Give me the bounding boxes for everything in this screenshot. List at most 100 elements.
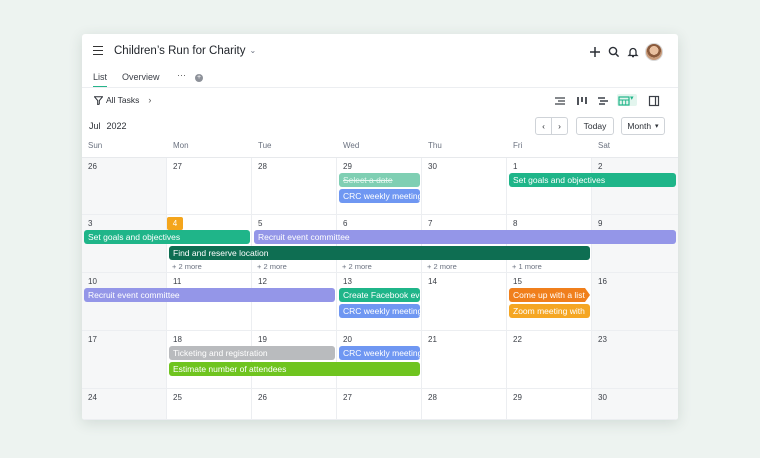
event-bar[interactable]: Ticketing and registration	[169, 346, 335, 360]
day-number: 14	[428, 277, 437, 286]
event-bar[interactable]: Create Facebook event	[339, 288, 420, 302]
prev-month-button[interactable]: ‹	[535, 117, 552, 135]
tabs-more-icon[interactable]: ···	[177, 70, 186, 80]
avatar[interactable]	[645, 43, 663, 61]
month-label: Jul	[89, 121, 101, 131]
day-cell[interactable]: 9	[592, 215, 678, 273]
plus-icon[interactable]	[587, 44, 603, 60]
more-events-link[interactable]: + 2 more	[342, 262, 372, 271]
day-cell[interactable]: 19	[252, 331, 337, 389]
gantt-view-icon[interactable]	[596, 94, 610, 106]
more-events-link[interactable]: + 2 more	[172, 262, 202, 271]
view-mode-select[interactable]: Month ▾	[621, 117, 665, 135]
day-number: 29	[513, 393, 522, 402]
chevron-right-icon: ›	[148, 95, 152, 105]
side-panel-icon[interactable]	[647, 94, 661, 107]
today-badge: 4	[167, 217, 183, 230]
more-events-link[interactable]: + 2 more	[427, 262, 457, 271]
more-events-link[interactable]: + 2 more	[257, 262, 287, 271]
event-bar[interactable]: Set goals and objectives	[509, 173, 676, 187]
day-number: 22	[513, 335, 522, 344]
day-cell[interactable]: 28	[422, 389, 507, 420]
day-cell[interactable]: 22	[507, 331, 592, 389]
day-number: 8	[513, 219, 518, 228]
chevron-down-icon[interactable]: ⌄	[249, 46, 256, 55]
calendar-view-icon[interactable]: ▾	[617, 94, 637, 106]
day-cell[interactable]: 27	[337, 389, 422, 420]
board-view-icon[interactable]	[575, 94, 589, 106]
day-cell[interactable]: 28	[252, 158, 337, 215]
day-cell[interactable]: 30	[592, 389, 678, 420]
day-number: 10	[88, 277, 97, 286]
day-cell[interactable]: 15	[507, 273, 592, 331]
day-cell[interactable]: 16	[592, 273, 678, 331]
day-number: 16	[598, 277, 607, 286]
tab-list[interactable]: List	[93, 72, 108, 88]
day-cell[interactable]: 20	[337, 331, 422, 389]
add-tab-icon[interactable]: +	[195, 74, 203, 82]
day-number: 21	[428, 335, 437, 344]
day-number: 28	[428, 393, 437, 402]
event-bar[interactable]: Recruit event committee	[84, 288, 335, 302]
weekday-tue: Tue	[258, 141, 272, 150]
calendar-view-caret: ▾	[630, 95, 634, 102]
calendar-window: Children’s Run for Charity ⌄ List Overvie…	[82, 34, 678, 420]
day-cell[interactable]: 10	[82, 273, 167, 331]
event-bar[interactable]: Come up with a list	[509, 288, 590, 302]
day-number: 1	[513, 162, 518, 171]
next-month-button[interactable]: ›	[551, 117, 568, 135]
today-button[interactable]: Today	[576, 117, 614, 135]
day-cell[interactable]: 12	[252, 273, 337, 331]
day-cell[interactable]: 17	[82, 331, 167, 389]
project-title-text: Children’s Run for Charity	[114, 45, 246, 57]
day-cell[interactable]: 26	[82, 158, 167, 215]
event-bar[interactable]: CRC weekly meeting	[339, 346, 420, 360]
day-cell[interactable]: 25	[167, 389, 252, 420]
day-cell[interactable]: 24	[82, 389, 167, 420]
weekday-mon: Mon	[173, 141, 189, 150]
day-number: 30	[428, 162, 437, 171]
day-cell[interactable]: 18	[167, 331, 252, 389]
hamburger-icon[interactable]	[93, 46, 103, 55]
more-events-link[interactable]: + 1 more	[512, 262, 542, 271]
day-number: 6	[343, 219, 348, 228]
tab-overview[interactable]: Overview	[122, 72, 160, 82]
weekday-fri: Fri	[513, 141, 523, 150]
day-cell[interactable]: 23	[592, 331, 678, 389]
day-cell[interactable]: 8 + 1 more	[507, 215, 592, 273]
event-bar[interactable]: Recruit event committee	[254, 230, 676, 244]
day-cell[interactable]: 11	[167, 273, 252, 331]
event-bar[interactable]: Find and reserve location	[169, 246, 590, 260]
search-icon[interactable]	[606, 44, 622, 60]
weekday-wed: Wed	[343, 141, 360, 150]
day-cell[interactable]: 13	[337, 273, 422, 331]
day-cell[interactable]: 7 + 2 more	[422, 215, 507, 273]
event-bar[interactable]: Select a date	[339, 173, 420, 187]
day-cell[interactable]: 3	[82, 215, 167, 273]
day-number: 26	[88, 162, 97, 171]
day-cell[interactable]: 6 + 2 more	[337, 215, 422, 273]
day-number: 27	[173, 162, 182, 171]
day-cell[interactable]: 27	[167, 158, 252, 215]
weekday-thu: Thu	[428, 141, 442, 150]
event-bar[interactable]: Estimate number of attendees	[169, 362, 420, 376]
day-cell[interactable]: 21	[422, 331, 507, 389]
day-number: 9	[598, 219, 603, 228]
event-bar[interactable]: CRC weekly meeting	[339, 304, 420, 318]
day-cell[interactable]: 30	[422, 158, 507, 215]
list-view-icon[interactable]	[553, 94, 567, 106]
event-bar[interactable]: Set goals and objectives	[84, 230, 250, 244]
day-number: 28	[258, 162, 267, 171]
filter-icon	[94, 95, 103, 105]
filter-all-tasks[interactable]: All Tasks ›	[94, 95, 151, 105]
event-bar[interactable]: Zoom meeting with	[509, 304, 590, 318]
day-cell[interactable]: 26	[252, 389, 337, 420]
bell-icon[interactable]	[625, 44, 641, 60]
day-cell[interactable]: 29	[507, 389, 592, 420]
event-bar[interactable]: CRC weekly meeting	[339, 189, 420, 203]
day-cell[interactable]: 5 + 2 more	[252, 215, 337, 273]
day-number: 17	[88, 335, 97, 344]
project-title[interactable]: Children’s Run for Charity ⌄	[114, 45, 256, 57]
day-cell[interactable]: 14	[422, 273, 507, 331]
day-cell[interactable]: 4 + 2 more	[167, 215, 252, 273]
